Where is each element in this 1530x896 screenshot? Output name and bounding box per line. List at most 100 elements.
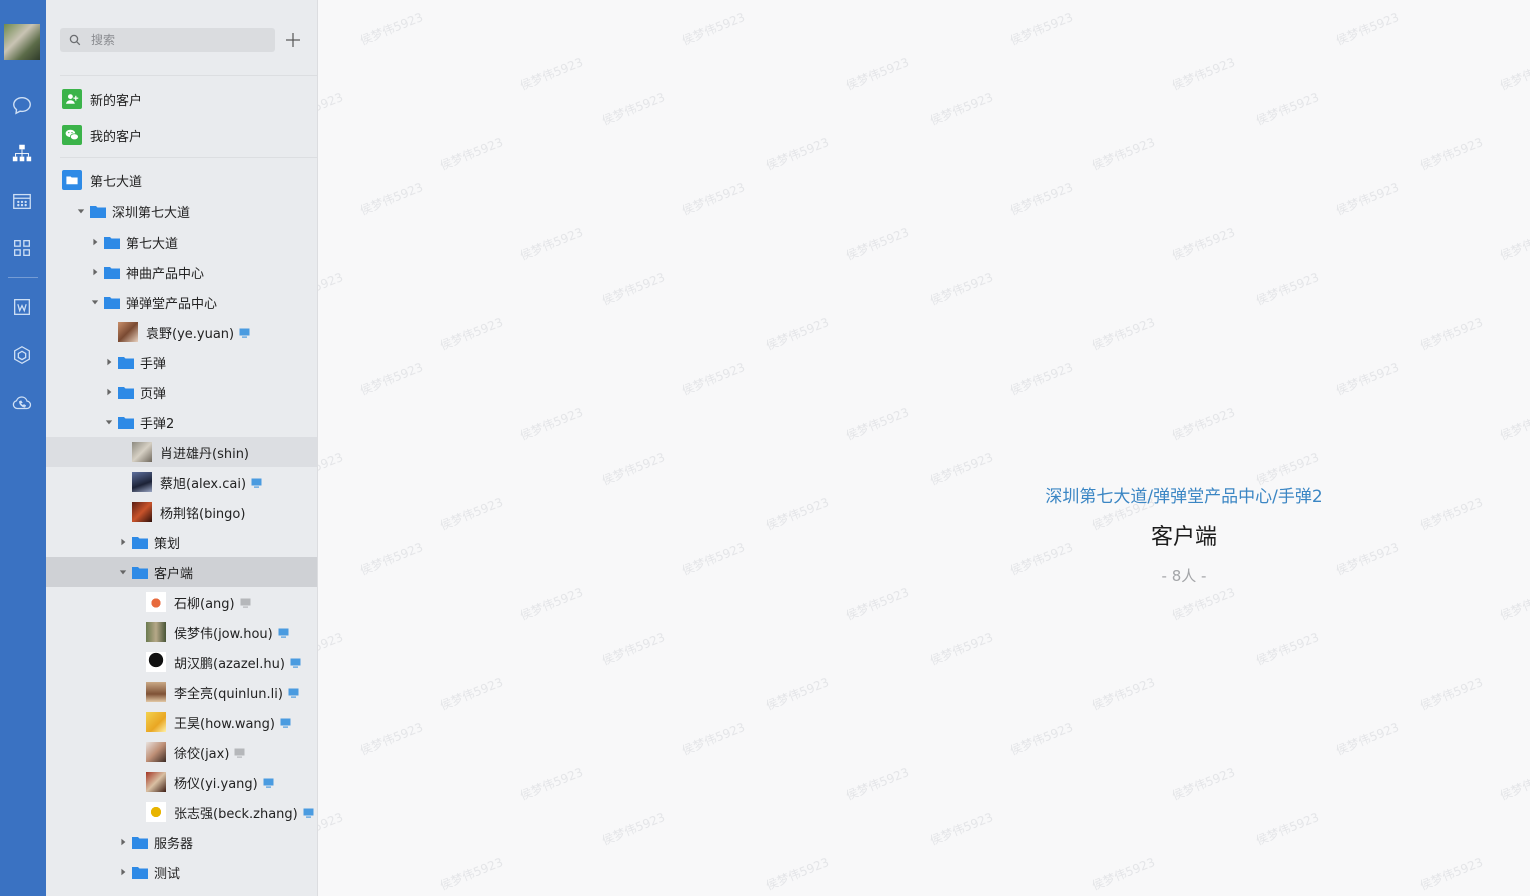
tree-person[interactable]: 肖进雄丹(shin) [46,437,317,467]
watermark-text: 侯梦伟5923 [1007,720,1075,758]
caret-right-icon[interactable] [118,867,128,877]
watermark-text: 侯梦伟5923 [318,90,345,128]
my-customers-item[interactable]: 我的客户 [46,120,317,150]
person-name: 李全亮(quinlun.li) [174,686,283,702]
watermark-text: 侯梦伟5923 [1417,315,1485,353]
cube-icon[interactable] [8,341,36,369]
tree-person[interactable]: 杨仪(yi.yang) [46,767,317,797]
group-path-link[interactable]: 深圳第七大道/弹弹堂产品中心/手弹2 [1018,482,1350,507]
tree-folder[interactable]: 神曲产品中心 [46,257,317,287]
apps-grid-icon[interactable] [8,234,36,262]
tree-person[interactable]: 杨荆铭(bingo) [46,497,317,527]
tree-person[interactable]: 张志强(beck.zhang) [46,797,317,827]
calendar-icon[interactable] [8,187,36,215]
watermark-text: 侯梦伟5923 [318,810,345,848]
watermark-text: 侯梦伟5923 [763,495,831,533]
tree-folder[interactable]: 客户端 [46,557,317,587]
watermark-text: 侯梦伟5923 [437,495,505,533]
tree-person[interactable]: 李全亮(quinlun.li) [46,677,317,707]
watermark-text: 侯梦伟5923 [437,855,505,893]
caret-right-icon[interactable] [104,387,114,397]
person-name: 肖进雄丹(shin) [160,446,250,462]
watermark-text: 侯梦伟5923 [843,405,911,443]
tree-folder[interactable]: 手弹 [46,347,317,377]
tree-folder[interactable]: 弹弹堂产品中心 [46,287,317,317]
caret-right-icon[interactable] [104,357,114,367]
caret-right-icon[interactable] [118,537,128,547]
watermark-text: 侯梦伟5923 [763,135,831,173]
tree-folder[interactable]: 第七大道 [46,227,317,257]
watermark-text: 侯梦伟5923 [1333,10,1401,48]
caret-down-icon[interactable] [118,567,128,577]
caret-down-icon[interactable] [76,206,86,216]
my-customers-label: 我的客户 [90,129,143,145]
tree-folder[interactable]: 手弹2 [46,407,317,437]
watermark-text: 侯梦伟5923 [437,675,505,713]
watermark-text: 侯梦伟5923 [357,180,425,218]
watermark-text: 侯梦伟5923 [843,225,911,263]
chat-icon[interactable] [8,91,36,119]
folder-icon [104,296,120,309]
watermark-text: 侯梦伟5923 [927,90,995,128]
tree-person[interactable]: 王昊(how.wang) [46,707,317,737]
caret-right-icon[interactable] [90,237,100,247]
avatar [146,622,166,642]
divider [60,157,317,158]
watermark-text: 侯梦伟5923 [517,405,585,443]
folder-icon [132,536,148,549]
tree-person[interactable]: 侯梦伟(jow.hou) [46,617,317,647]
watermark-text: 侯梦伟5923 [927,630,995,668]
monitor-icon [251,477,262,488]
folder-icon [118,416,134,429]
tree-person[interactable]: 袁野(ye.yuan) [46,317,317,347]
org-chart-icon[interactable] [8,139,36,167]
watermark-text: 侯梦伟5923 [927,270,995,308]
watermark-text: 侯梦伟5923 [763,315,831,353]
my-avatar[interactable] [4,24,40,60]
caret-right-icon[interactable] [118,837,128,847]
search-input[interactable] [89,32,263,48]
tree-person[interactable]: 蔡旭(alex.cai) [46,467,317,497]
folder-label: 页弹 [140,386,167,402]
doc-w-icon[interactable] [8,293,36,321]
watermark-text: 侯梦伟5923 [318,630,345,668]
org-root-label: 第七大道 [90,174,143,190]
watermark-text: 侯梦伟5923 [517,225,585,263]
wechat-icon [62,125,82,145]
watermark-text: 侯梦伟5923 [1333,180,1401,218]
search-box[interactable] [60,28,275,52]
avatar [146,742,166,762]
folder-icon [104,266,120,279]
watermark-text: 侯梦伟5923 [1417,855,1485,893]
watermark-text: 侯梦伟5923 [843,55,911,93]
watermark-text: 侯梦伟5923 [599,90,667,128]
folder-icon [118,386,134,399]
avatar [132,502,152,522]
tree-person[interactable]: 徐佼(jax) [46,737,317,767]
tree-person[interactable]: 胡汉鹏(azazel.hu) [46,647,317,677]
org-root-item[interactable]: 第七大道 [46,165,317,195]
tree-person[interactable]: 石柳(ang) [46,587,317,617]
divider [60,75,317,76]
org-folder-icon [62,170,82,190]
tree-folder[interactable]: 策划 [46,527,317,557]
caret-down-icon[interactable] [104,417,114,427]
folder-icon [132,836,148,849]
watermark-text: 侯梦伟5923 [1169,405,1237,443]
cloud-phone-icon[interactable] [8,389,36,417]
watermark-text: 侯梦伟5923 [763,675,831,713]
tree-folder[interactable]: 服务器 [46,827,317,857]
person-name: 蔡旭(alex.cai) [160,476,247,492]
watermark-text: 侯梦伟5923 [517,765,585,803]
tree-folder[interactable]: 深圳第七大道 [46,196,317,226]
watermark-text: 侯梦伟5923 [927,450,995,488]
new-customer-icon [62,89,82,109]
watermark-text: 侯梦伟5923 [1169,585,1237,623]
caret-right-icon[interactable] [90,267,100,277]
caret-down-icon[interactable] [90,297,100,307]
tree-folder[interactable]: 测试 [46,857,317,887]
new-customers-item[interactable]: 新的客户 [46,84,317,114]
tree-folder[interactable]: 页弹 [46,377,317,407]
avatar [146,772,166,792]
add-icon[interactable] [283,30,303,50]
